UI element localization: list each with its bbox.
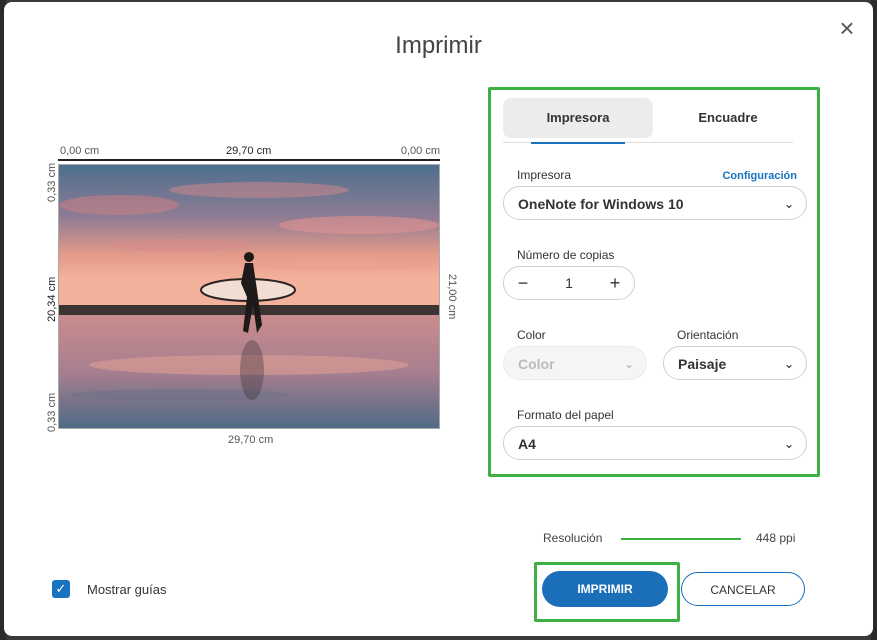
printer-select-value: OneNote for Windows 10 (518, 196, 684, 212)
print-button-highlight: IMPRIMIR (534, 562, 680, 622)
active-tab-indicator (531, 142, 625, 144)
show-guides-label: Mostrar guías (87, 582, 167, 597)
ruler-left-bottom: 0,33 cm (46, 392, 58, 432)
ruler-right-center: 21,00 cm (446, 274, 458, 320)
ruler-bottom-center: 29,70 cm (228, 434, 274, 446)
resolution-value: 448 ppi (756, 531, 796, 545)
copies-stepper[interactable]: − 1 + (503, 266, 635, 300)
resolution-label: Resolución (543, 531, 603, 545)
ruler-top-center: 29,70 cm (226, 145, 272, 157)
chevron-down-icon: ⌄ (783, 357, 794, 371)
paper-format-value: A4 (518, 436, 536, 452)
chevron-down-icon: ⌄ (623, 357, 634, 371)
ruler-top-left: 0,00 cm (60, 145, 100, 157)
ruler-left-top: 0,33 cm (46, 162, 58, 202)
copies-label: Número de copias (517, 248, 615, 262)
paper-format-label: Formato del papel (517, 408, 614, 422)
printer-label: Impresora (517, 168, 572, 182)
orientation-select-value: Paisaje (678, 356, 727, 372)
settings-tabs: Impresora Encuadre (503, 98, 793, 144)
ruler-top-right: 0,00 cm (400, 145, 440, 157)
orientation-label: Orientación (677, 328, 739, 342)
print-dialog: Imprimir × 0,00 cm 29,70 cm 0,00 cm 0,33… (4, 2, 873, 636)
print-preview: 0,00 cm 29,70 cm 0,00 cm 0,33 cm 20,34 c… (42, 142, 458, 452)
cancel-button[interactable]: CANCELAR (681, 572, 805, 606)
decrement-button[interactable]: − (506, 267, 540, 299)
tab-encuadre[interactable]: Encuadre (653, 98, 803, 138)
color-label: Color (517, 328, 546, 342)
close-icon[interactable]: × (835, 15, 859, 41)
resolution-bar (621, 538, 741, 540)
print-button[interactable]: IMPRIMIR (542, 571, 668, 607)
increment-button[interactable]: + (598, 267, 632, 299)
color-select-value: Color (518, 356, 555, 372)
copies-value[interactable]: 1 (544, 267, 594, 299)
checkbox-checked-icon[interactable]: ✓ (52, 580, 70, 598)
color-select: Color ⌄ (503, 346, 647, 380)
configuration-link[interactable]: Configuración (722, 170, 797, 182)
chevron-down-icon: ⌄ (783, 437, 794, 451)
ruler-left-center: 20,34 cm (46, 276, 58, 322)
preview-image (58, 164, 440, 429)
chevron-down-icon: ⌄ (783, 197, 794, 211)
paper-format-select[interactable]: A4 ⌄ (503, 426, 807, 460)
dialog-title: Imprimir (395, 32, 482, 59)
ruler-line (58, 159, 440, 161)
printer-select[interactable]: OneNote for Windows 10 ⌄ (503, 186, 807, 220)
print-settings-panel: Impresora Encuadre Impresora Configuraci… (488, 87, 820, 477)
orientation-select[interactable]: Paisaje ⌄ (663, 346, 807, 380)
tab-impresora[interactable]: Impresora (503, 98, 653, 138)
